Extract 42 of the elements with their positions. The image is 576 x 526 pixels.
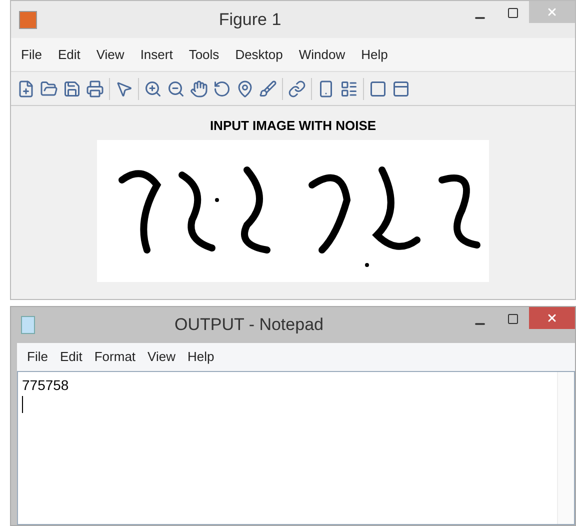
menu-item[interactable]: Edit	[60, 347, 82, 367]
pin-icon[interactable]	[236, 80, 254, 98]
rotate-icon[interactable]	[213, 80, 231, 98]
brush-icon[interactable]	[259, 80, 277, 98]
legend-icon[interactable]	[340, 80, 358, 98]
folder-icon[interactable]	[40, 80, 58, 98]
pointer-icon[interactable]	[115, 80, 133, 98]
hand-icon[interactable]	[190, 80, 208, 98]
text-content: 775758	[22, 376, 70, 395]
window-icon[interactable]	[392, 80, 410, 98]
menu-item[interactable]: View	[96, 44, 124, 64]
menu-item[interactable]: Help	[187, 347, 214, 367]
app-icon	[19, 10, 37, 28]
menu-item[interactable]: View	[148, 347, 176, 367]
menu-item[interactable]: Window	[298, 44, 346, 64]
menu-item[interactable]: Desktop	[235, 44, 283, 64]
text-area[interactable]: 775758	[17, 371, 575, 525]
scrollbar[interactable]	[557, 372, 574, 524]
new-file-icon[interactable]	[17, 80, 35, 98]
menu-item[interactable]: File	[21, 44, 42, 64]
zoom-out-icon[interactable]	[167, 80, 185, 98]
menu-item[interactable]: Help	[361, 44, 388, 64]
text-cursor	[22, 396, 23, 413]
maximize-icon[interactable]	[507, 7, 519, 19]
menu-item[interactable]: Format	[94, 347, 136, 367]
close-icon	[546, 6, 558, 18]
zoom-in-icon[interactable]	[144, 80, 162, 98]
close-button[interactable]	[529, 307, 575, 329]
window-title: Figure 1	[218, 8, 282, 31]
close-icon	[546, 312, 558, 324]
menu-item[interactable]: File	[27, 347, 48, 367]
menu-item[interactable]: Edit	[58, 44, 80, 64]
printer-icon[interactable]	[86, 80, 104, 98]
menu-item[interactable]: Tools	[188, 44, 220, 64]
axes-title: INPUT IMAGE WITH NOISE	[210, 117, 376, 135]
maximize-icon[interactable]	[507, 313, 519, 325]
window-title: OUTPUT - Notepad	[174, 314, 324, 336]
notepad-icon	[21, 316, 35, 334]
link-icon[interactable]	[288, 80, 306, 98]
square-icon[interactable]	[369, 80, 387, 98]
menu-item[interactable]: Insert	[140, 44, 173, 64]
save-icon[interactable]	[63, 80, 81, 98]
